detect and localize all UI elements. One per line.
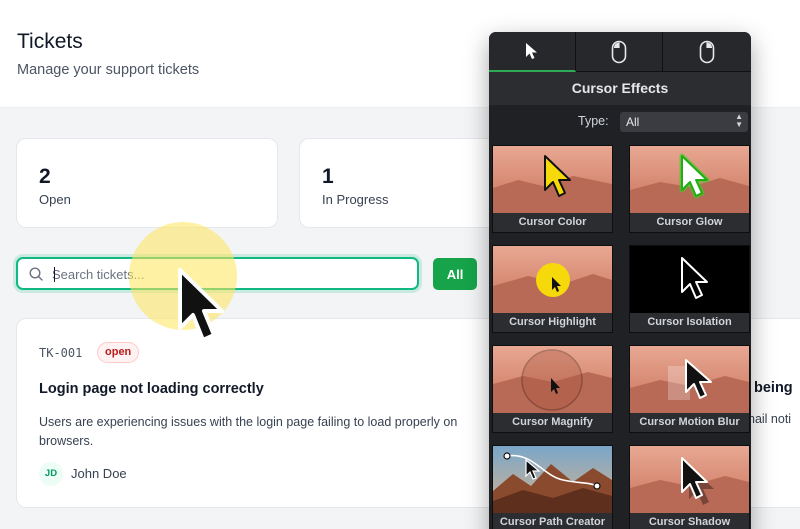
effect-label: Cursor Glow [630, 213, 749, 232]
effect-tile-cursor-isolation[interactable]: Cursor Isolation [629, 245, 750, 333]
effect-label: Cursor Highlight [493, 313, 612, 332]
landscape-thumbnail [630, 146, 749, 213]
tab-mouse-right[interactable] [663, 32, 750, 72]
mouse-right-icon [699, 40, 714, 64]
cursor-arrow-icon [178, 268, 224, 342]
effect-tile-cursor-highlight[interactable]: Cursor Highlight [492, 245, 613, 333]
effect-tile-cursor-magnify[interactable]: Cursor Magnify [492, 345, 613, 433]
effect-label: Cursor Isolation [630, 313, 749, 332]
avatar: JD [39, 462, 63, 486]
landscape-thumbnail [630, 346, 749, 413]
effect-tile-cursor-glow[interactable]: Cursor Glow [629, 145, 750, 233]
cursor-effects-panel: Cursor Effects Type: All ▲ ▼ Cursor Color… [489, 32, 751, 529]
panel-title: Cursor Effects [489, 72, 751, 105]
ticket-title[interactable]: Login page not loading correctly [39, 381, 264, 397]
effect-label: Cursor Magnify [493, 413, 612, 432]
ticket-description: Users are experiencing issues with the l… [39, 415, 458, 448]
filter-all-button[interactable]: All [433, 258, 477, 290]
landscape-thumbnail [630, 446, 749, 513]
panel-tabs [489, 32, 751, 72]
stat-label: In Progress [322, 192, 389, 207]
stat-label: Open [39, 192, 71, 207]
type-label: Type: [578, 114, 609, 128]
ticket-description-partial: nail noti [748, 412, 792, 426]
cursor-icon [526, 43, 537, 59]
page-title: Tickets [17, 30, 83, 53]
stat-card-open: 2 Open [16, 138, 278, 228]
page-subtitle: Manage your support tickets [17, 62, 200, 78]
stat-card-in-progress: 1 In Progress [299, 138, 519, 228]
stat-value: 1 [322, 165, 334, 188]
updown-arrows-icon: ▲ ▼ [735, 112, 743, 129]
text-caret [54, 267, 55, 282]
effect-tile-cursor-shadow[interactable]: Cursor Shadow [629, 445, 750, 529]
mountain-thumbnail [493, 446, 612, 513]
ticket-id: TK-001 [39, 346, 83, 360]
effect-label: Cursor Path Creator [493, 513, 612, 529]
landscape-thumbnail [493, 346, 612, 413]
assignee-name: John Doe [71, 466, 127, 481]
effect-tile-cursor-path-creator[interactable]: Cursor Path Creator [492, 445, 613, 529]
ticket-title-partial: being [754, 380, 793, 396]
effect-label: Cursor Color [493, 213, 612, 232]
tab-mouse-left[interactable] [576, 32, 663, 72]
landscape-thumbnail [493, 246, 612, 313]
landscape-thumbnail [493, 146, 612, 213]
stat-value: 2 [39, 165, 51, 188]
type-select-value: All [626, 115, 640, 129]
effect-label: Cursor Shadow [630, 513, 749, 529]
effect-tile-cursor-color[interactable]: Cursor Color [492, 145, 613, 233]
status-badge: open [97, 342, 140, 363]
type-select[interactable]: All ▲ ▼ [620, 112, 748, 132]
mouse-icon [611, 40, 627, 64]
tab-cursor[interactable] [489, 32, 576, 72]
effect-label: Cursor Motion Blur [630, 413, 749, 432]
search-icon [29, 267, 43, 281]
black-thumbnail [630, 246, 749, 313]
effect-tile-cursor-motion-blur[interactable]: Cursor Motion Blur [629, 345, 750, 433]
